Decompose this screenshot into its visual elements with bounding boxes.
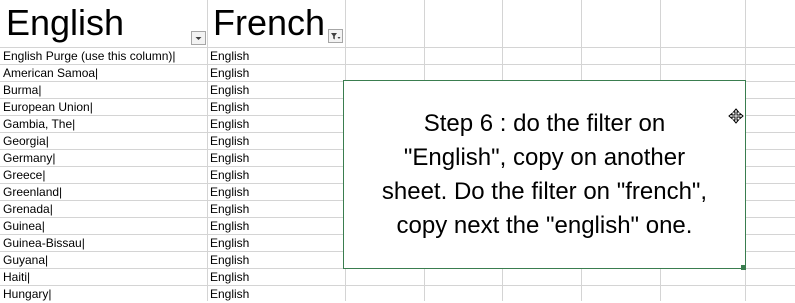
cell-english[interactable]: Hungary| bbox=[0, 286, 207, 303]
cell-english[interactable]: Guyana| bbox=[0, 252, 207, 269]
cell-french[interactable]: English bbox=[207, 99, 345, 116]
cell-english[interactable]: Greece| bbox=[0, 167, 207, 184]
cell-french[interactable]: English bbox=[207, 116, 345, 133]
cell-english[interactable]: Gambia, The| bbox=[0, 116, 207, 133]
cell-english[interactable]: Guinea-Bissau| bbox=[0, 235, 207, 252]
header-label-french: French bbox=[213, 2, 326, 43]
cell-french[interactable]: English bbox=[207, 201, 345, 218]
filter-dropdown-button-english[interactable] bbox=[191, 31, 206, 45]
cell-english[interactable]: Haiti| bbox=[0, 269, 207, 286]
cell-french[interactable]: English bbox=[207, 48, 345, 65]
cell-french[interactable]: English bbox=[207, 150, 345, 167]
cell-french[interactable]: English bbox=[207, 167, 345, 184]
resize-handle[interactable] bbox=[741, 265, 746, 270]
dropdown-arrow-icon bbox=[195, 37, 202, 40]
cell-english[interactable]: Grenada| bbox=[0, 201, 207, 218]
cell-english[interactable]: American Samoa| bbox=[0, 65, 207, 82]
header-cell-french[interactable]: French bbox=[213, 0, 325, 47]
cell-french[interactable]: English bbox=[207, 286, 345, 303]
cell-french[interactable]: English bbox=[207, 82, 345, 99]
cell-english[interactable]: Greenland| bbox=[0, 184, 207, 201]
cell-french[interactable]: English bbox=[207, 252, 345, 269]
header-label-english: English bbox=[6, 2, 125, 43]
cell-french[interactable]: English bbox=[207, 65, 345, 82]
cell-french[interactable]: English bbox=[207, 133, 345, 150]
filter-active-icon bbox=[331, 33, 341, 40]
move-cursor-icon bbox=[728, 108, 744, 124]
cell-english[interactable]: Burma| bbox=[0, 82, 207, 99]
instruction-text: Step 6 : do the filter on "English", cop… bbox=[381, 109, 708, 239]
cell-english[interactable]: English Purge (use this column)| bbox=[0, 48, 207, 65]
filter-dropdown-button-french[interactable] bbox=[328, 29, 343, 43]
header-cell-english[interactable]: English bbox=[6, 0, 124, 47]
cell-english[interactable]: European Union| bbox=[0, 99, 207, 116]
cell-french[interactable]: English bbox=[207, 218, 345, 235]
cell-french[interactable]: English bbox=[207, 235, 345, 252]
cell-french[interactable]: English bbox=[207, 184, 345, 201]
cell-french[interactable]: English bbox=[207, 269, 345, 286]
instruction-textbox[interactable]: Step 6 : do the filter on "English", cop… bbox=[343, 80, 746, 269]
spreadsheet-grid[interactable]: English French English Purge (use this c… bbox=[0, 0, 795, 301]
cell-english[interactable]: Guinea| bbox=[0, 218, 207, 235]
cell-english[interactable]: Georgia| bbox=[0, 133, 207, 150]
cell-english[interactable]: Germany| bbox=[0, 150, 207, 167]
